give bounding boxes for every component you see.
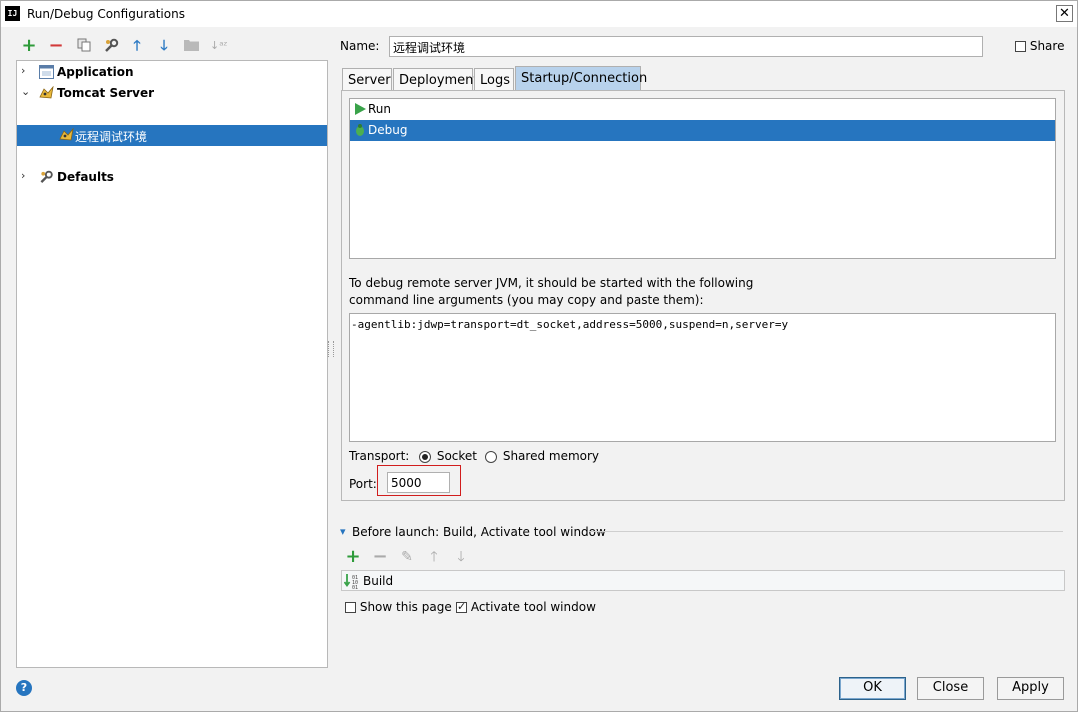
tree-item-remote-debug-env[interactable]: 远程调试环境: [17, 125, 327, 146]
mode-label: Run: [368, 102, 392, 116]
add-task-icon[interactable]: +: [345, 548, 361, 566]
mode-run[interactable]: Run: [350, 99, 1055, 120]
tree-item-defaults[interactable]: › Defaults: [17, 167, 327, 188]
build-icon: 01 10 01: [344, 574, 358, 589]
expand-arrow-icon[interactable]: ›: [21, 169, 25, 182]
close-button[interactable]: Close: [917, 677, 984, 700]
mode-debug[interactable]: Debug: [350, 120, 1055, 141]
tree-item-tomcat-server[interactable]: ⌄ Tomcat Server: [17, 83, 327, 104]
run-icon: [355, 103, 366, 115]
jvm-arguments-text[interactable]: -agentlib:jdwp=transport=dt_socket,addre…: [349, 313, 1056, 442]
collapse-arrow-icon[interactable]: ⌄: [21, 85, 30, 98]
port-input[interactable]: 5000: [387, 472, 450, 493]
tree-item-label: 远程调试环境: [75, 130, 148, 144]
svg-text:01: 01: [352, 585, 358, 589]
transport-shared-memory-option[interactable]: Shared memory: [485, 449, 599, 463]
tree-item-application[interactable]: › Application: [17, 62, 327, 83]
tab-logs[interactable]: Logs: [474, 68, 514, 90]
before-launch-divider: [589, 531, 1063, 532]
wrench-icon: [40, 170, 53, 183]
share-checkbox[interactable]: [1015, 41, 1026, 52]
folder-icon[interactable]: [183, 38, 199, 54]
transport-socket-option[interactable]: Socket: [419, 449, 477, 463]
window-close-button[interactable]: ✕: [1056, 5, 1073, 22]
run-debug-dialog: IJ Run/Debug Configurations ✕ + − 🡑 🡓 ↓ᵃ…: [0, 0, 1078, 712]
mode-label: Debug: [368, 123, 408, 137]
build-task-label: Build: [363, 574, 394, 588]
move-task-up-icon[interactable]: 🡑: [426, 549, 442, 565]
remove-task-icon[interactable]: −: [372, 548, 388, 566]
window-title: Run/Debug Configurations: [27, 7, 185, 21]
arrow-down-icon[interactable]: 🡓: [156, 38, 172, 54]
debug-icon: [356, 124, 364, 136]
debug-info-line1: To debug remote server JVM, it should be…: [349, 276, 754, 290]
tree-item-label: Application: [57, 65, 134, 79]
title-bar: IJ Run/Debug Configurations ✕: [1, 1, 1077, 27]
startup-mode-list: Run Debug: [349, 98, 1056, 259]
help-icon[interactable]: ?: [16, 680, 32, 696]
remove-icon[interactable]: −: [48, 37, 64, 55]
application-icon: [39, 65, 54, 79]
copy-icon[interactable]: [76, 38, 92, 54]
before-launch-title[interactable]: Before launch: Build, Activate tool wind…: [352, 525, 606, 539]
add-icon[interactable]: +: [21, 37, 37, 55]
tab-server[interactable]: Server: [342, 68, 392, 90]
apply-button[interactable]: Apply: [997, 677, 1064, 700]
splitter-handle[interactable]: [328, 341, 334, 357]
name-label: Name:: [340, 39, 380, 53]
edit-task-icon[interactable]: ✎: [399, 549, 415, 565]
before-launch-collapse-icon[interactable]: ▾: [340, 525, 346, 538]
wrench-icon[interactable]: [103, 38, 119, 54]
debug-info-line2: command line arguments (you may copy and…: [349, 293, 704, 307]
move-task-down-icon[interactable]: 🡓: [453, 549, 469, 565]
expand-arrow-icon[interactable]: ›: [21, 64, 25, 77]
build-task-row[interactable]: 01 10 01 Build: [341, 570, 1065, 591]
activate-tool-window-checkbox[interactable]: [456, 600, 467, 613]
tomcat-icon: [59, 128, 74, 141]
port-label: Port:: [349, 477, 377, 491]
name-input[interactable]: 远程调试环境: [389, 36, 983, 57]
share-checkbox-group[interactable]: Share: [1015, 39, 1064, 53]
tab-startup-connection[interactable]: Startup/Connection: [515, 66, 647, 90]
activate-tool-window-label: Activate tool window: [470, 600, 596, 614]
tab-deployment[interactable]: Deployment: [393, 68, 479, 90]
share-label: Share: [1029, 39, 1065, 53]
activate-tool-window-option[interactable]: Activate tool window: [456, 600, 596, 614]
tomcat-icon: [39, 86, 54, 99]
transport-label: Transport:: [349, 449, 410, 463]
show-page-checkbox[interactable]: [345, 602, 356, 613]
shared-memory-label: Shared memory: [502, 449, 600, 463]
ok-button[interactable]: OK: [839, 677, 906, 700]
show-page-label: Show this page: [359, 600, 452, 614]
configuration-tree: › Application ⌄ Tomcat Server 远程调试环境 › D…: [16, 60, 328, 668]
arrow-up-icon[interactable]: 🡑: [129, 38, 145, 54]
app-logo-icon: IJ: [5, 6, 20, 21]
sort-icon[interactable]: ↓ᵃᶻ: [210, 38, 228, 54]
tree-item-label: Defaults: [57, 170, 114, 184]
socket-label: Socket: [436, 449, 477, 463]
shared-memory-radio[interactable]: [485, 450, 497, 463]
tree-item-label: Tomcat Server: [57, 86, 155, 100]
show-page-option[interactable]: Show this page: [345, 600, 452, 614]
socket-radio[interactable]: [419, 450, 431, 463]
